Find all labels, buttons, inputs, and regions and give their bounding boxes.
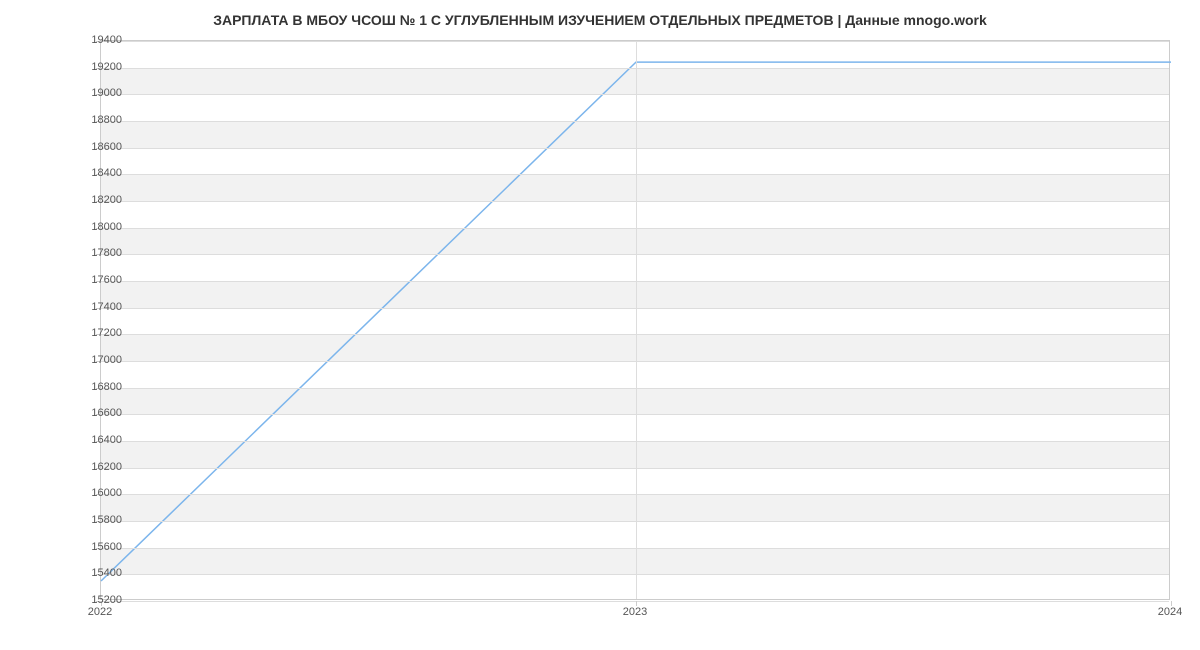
chart-ytick-label: 18600 (62, 141, 122, 153)
chart-plot-area (100, 40, 1170, 600)
chart-gridline-h (101, 281, 1169, 282)
chart-gridline-h (101, 94, 1169, 95)
chart-gridline-h (101, 574, 1169, 575)
chart-gridline-h (101, 148, 1169, 149)
chart-gridline-h (101, 468, 1169, 469)
chart-gridline-h (101, 174, 1169, 175)
chart-xtick-label: 2024 (1158, 606, 1182, 618)
chart-ytick-label: 18000 (62, 221, 122, 233)
chart-ytick-label: 17600 (62, 274, 122, 286)
chart-gridline-h (101, 441, 1169, 442)
chart-ytick-label: 17200 (62, 327, 122, 339)
chart-plot-frame (100, 40, 1170, 600)
chart-gridline-h (101, 228, 1169, 229)
chart-ytick-label: 17000 (62, 354, 122, 366)
chart-ytick-label: 17800 (62, 247, 122, 259)
chart-gridline-h (101, 121, 1169, 122)
chart-ytick-label: 19200 (62, 61, 122, 73)
chart-gridline-v (636, 41, 637, 599)
chart-gridline-h (101, 308, 1169, 309)
chart-ytick-label: 15600 (62, 541, 122, 553)
chart-ytick-label: 15400 (62, 567, 122, 579)
chart-ytick-label: 19000 (62, 87, 122, 99)
chart-ytick-label: 16200 (62, 461, 122, 473)
chart-gridline-h (101, 388, 1169, 389)
chart-gridline-h (101, 521, 1169, 522)
chart-ytick-label: 15200 (62, 594, 122, 606)
chart-ytick-label: 15800 (62, 514, 122, 526)
chart-title: ЗАРПЛАТА В МБОУ ЧСОШ № 1 С УГЛУБЛЕННЫМ И… (0, 0, 1200, 36)
chart-gridline-h (101, 548, 1169, 549)
chart-ytick-label: 16400 (62, 434, 122, 446)
chart-ytick-label: 16000 (62, 487, 122, 499)
chart-ytick-label: 18200 (62, 194, 122, 206)
chart-gridline-h (101, 494, 1169, 495)
chart-gridline-h (101, 601, 1169, 602)
chart-gridline-h (101, 361, 1169, 362)
chart-gridline-h (101, 334, 1169, 335)
chart-xtick-label: 2022 (88, 606, 112, 618)
chart-gridline-h (101, 414, 1169, 415)
chart-ytick-label: 16600 (62, 407, 122, 419)
chart-xtick-label: 2023 (623, 606, 647, 618)
chart-ytick-label: 16800 (62, 381, 122, 393)
chart-ytick-label: 17400 (62, 301, 122, 313)
chart-gridline-h (101, 201, 1169, 202)
chart-gridline-h (101, 41, 1169, 42)
chart-gridline-h (101, 254, 1169, 255)
chart-gridline-h (101, 68, 1169, 69)
chart-ytick-label: 18800 (62, 114, 122, 126)
chart-ytick-label: 18400 (62, 167, 122, 179)
chart-ytick-label: 19400 (62, 34, 122, 46)
